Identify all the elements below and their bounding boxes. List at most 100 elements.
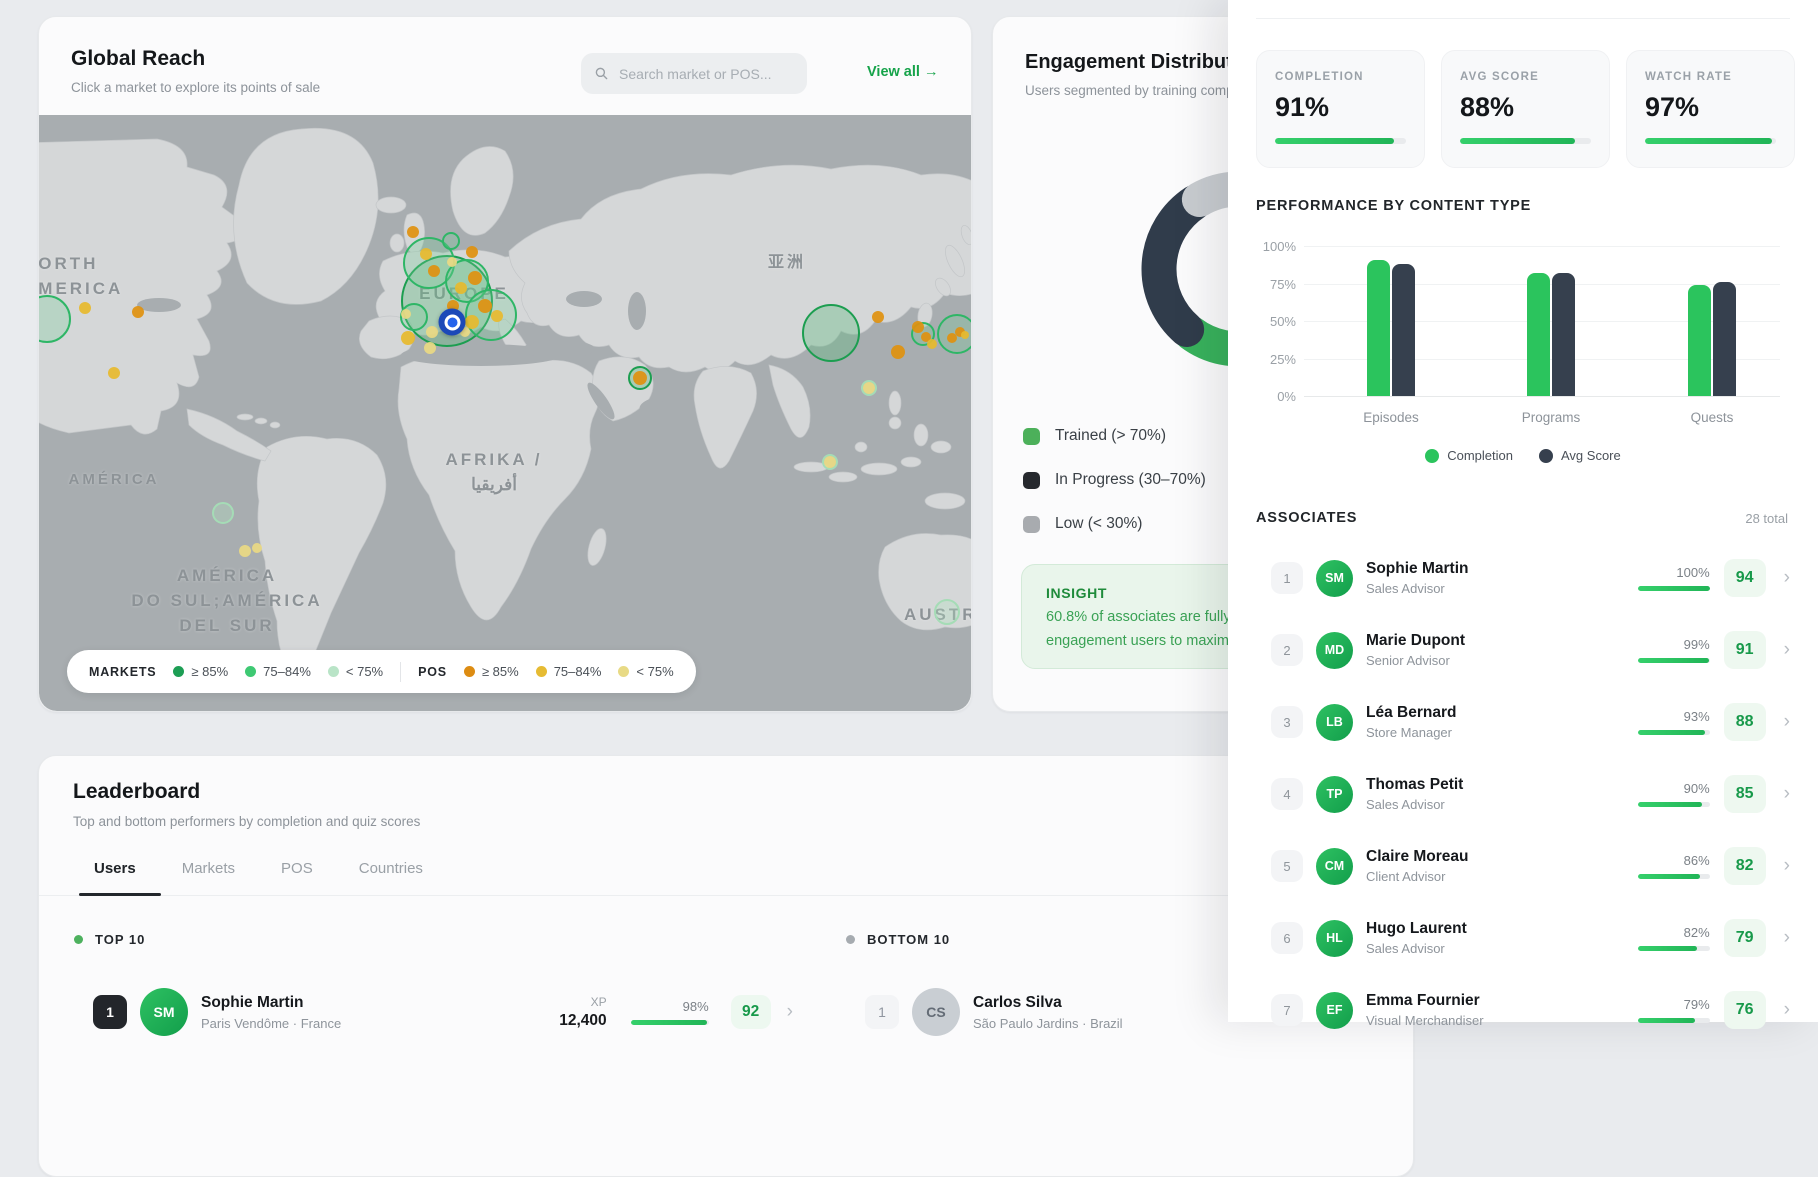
market-circle[interactable] <box>212 502 234 524</box>
chevron-right-icon[interactable]: › <box>787 1001 793 1023</box>
pos-dot[interactable] <box>407 226 419 238</box>
pos-dot[interactable] <box>478 299 492 313</box>
tab-users[interactable]: Users <box>94 860 136 877</box>
stat-label: COMPLETION <box>1275 71 1406 83</box>
pos-dot[interactable] <box>927 339 937 349</box>
market-search[interactable] <box>581 53 807 94</box>
progress-fill <box>1638 946 1697 951</box>
legend-item: < 75% <box>328 664 383 679</box>
pos-dot[interactable] <box>872 311 884 323</box>
rank-badge: 2 <box>1271 634 1303 666</box>
score-badge: 85 <box>1724 775 1766 813</box>
pos-dot[interactable] <box>455 282 467 294</box>
associate-name: Claire Moreau <box>1366 848 1469 866</box>
score-badge: 94 <box>1724 559 1766 597</box>
y-tick-label: 75% <box>1256 277 1296 292</box>
map-region-label: NORTH AMERICA <box>39 251 123 301</box>
associate-row[interactable]: 5 CM Claire Moreau Client Advisor 86% 82… <box>1256 830 1790 902</box>
score-badge: 82 <box>1724 847 1766 885</box>
chevron-right-icon[interactable]: › <box>1784 855 1790 877</box>
chevron-right-icon[interactable]: › <box>1784 999 1790 1021</box>
pos-dot[interactable] <box>961 331 969 339</box>
avatar: CS <box>912 988 960 1036</box>
associates-heading: ASSOCIATES <box>1256 510 1357 526</box>
legend-item: 75–84% <box>245 664 311 679</box>
user-name: Carlos Silva <box>973 994 1123 1012</box>
chevron-right-icon[interactable]: › <box>1784 927 1790 949</box>
leaderboard-card: Leaderboard Top and bottom performers by… <box>38 755 1414 1177</box>
top10-label: TOP 10 <box>95 932 145 947</box>
avg-score-legend-dot <box>1539 449 1553 463</box>
pos-dot[interactable] <box>824 456 836 468</box>
legend-group-label: MARKETS <box>89 665 156 679</box>
pos-dot[interactable] <box>79 302 91 314</box>
view-all-link[interactable]: View all → <box>867 64 938 80</box>
market-circle[interactable] <box>802 304 860 362</box>
performance-bar-chart: 100%75%50%25%0%EpisodesProgramsQuests <box>1256 232 1790 468</box>
pos-dot[interactable] <box>891 345 905 359</box>
detail-panel: COMPLETION 91% AVG SCORE 88% WATCH RATE … <box>1228 0 1818 1022</box>
pos-dot[interactable] <box>132 306 144 318</box>
pos-dot[interactable] <box>912 321 924 333</box>
legend-item: ≥ 85% <box>173 664 228 679</box>
associate-row[interactable]: 3 LB Léa Bernard Store Manager 93% 88 › <box>1256 686 1790 758</box>
associate-name: Hugo Laurent <box>1366 920 1467 938</box>
associate-role: Client Advisor <box>1366 869 1469 884</box>
tab-pos[interactable]: POS <box>281 860 313 877</box>
associate-row[interactable]: 2 MD Marie Dupont Senior Advisor 99% 91 … <box>1256 614 1790 686</box>
donut-segment <box>1159 202 1195 329</box>
chevron-right-icon[interactable]: › <box>1784 567 1790 589</box>
pos-dot[interactable] <box>401 309 411 319</box>
pos-dot[interactable] <box>401 331 415 345</box>
market-circle[interactable] <box>442 232 460 250</box>
tab-countries[interactable]: Countries <box>359 860 423 877</box>
selected-marker[interactable] <box>439 309 466 336</box>
associate-name: Sophie Martin <box>1366 560 1468 578</box>
associate-role: Senior Advisor <box>1366 653 1465 668</box>
world-map[interactable]: NORTH AMERICAEUROPE亚洲AFRIKA / أفريقياAMÉ… <box>39 115 971 711</box>
pos-dot[interactable] <box>491 310 503 322</box>
chevron-right-icon[interactable]: › <box>1784 639 1790 661</box>
y-tick-label: 25% <box>1256 352 1296 367</box>
leaderboard-title: Leaderboard <box>73 780 200 804</box>
top10-dot <box>74 935 83 944</box>
pos-dot[interactable] <box>420 248 432 260</box>
pos-dot[interactable] <box>424 342 436 354</box>
rank-badge: 7 <box>1271 994 1303 1026</box>
pos-dot[interactable] <box>468 271 482 285</box>
associate-row[interactable]: 1 SM Sophie Martin Sales Advisor 100% 94… <box>1256 542 1790 614</box>
pos-dot[interactable] <box>447 257 457 267</box>
top10-header: TOP 10 <box>74 932 145 947</box>
pos-dot[interactable] <box>426 326 438 338</box>
engagement-legend-item: In Progress (30–70%) <box>1023 471 1206 489</box>
associate-row[interactable]: 6 HL Hugo Laurent Sales Advisor 82% 79 › <box>1256 902 1790 974</box>
pos-dot[interactable] <box>252 543 262 553</box>
pos-dot[interactable] <box>466 246 478 258</box>
progress-track <box>1638 730 1710 735</box>
pos-dot[interactable] <box>863 382 875 394</box>
legend-group-label: POS <box>418 665 447 679</box>
progress-fill <box>1638 730 1705 735</box>
chevron-right-icon[interactable]: › <box>1784 711 1790 733</box>
stat-fill <box>1460 138 1575 144</box>
map-region-label: AMÉRICA DO SUL;AMÉRICA DEL SUR <box>131 563 322 638</box>
avatar: LB <box>1316 704 1353 741</box>
chevron-right-icon[interactable]: › <box>1784 783 1790 805</box>
search-icon <box>595 66 608 81</box>
associate-row[interactable]: 7 EF Emma Fournier Visual Merchandiser 7… <box>1256 974 1790 1046</box>
pos-dot[interactable] <box>239 545 251 557</box>
global-reach-subtitle: Click a market to explore its points of … <box>71 80 320 95</box>
performance-heading: PERFORMANCE BY CONTENT TYPE <box>1256 198 1531 214</box>
score-badge: 79 <box>1724 919 1766 957</box>
xp-value: 12,400 <box>517 1012 607 1030</box>
rank-badge: 1 <box>1271 562 1303 594</box>
tab-markets[interactable]: Markets <box>182 860 235 877</box>
top10-row[interactable]: 1 SM Sophie Martin Paris Vendôme · Franc… <box>73 976 793 1048</box>
pos-dot[interactable] <box>108 367 120 379</box>
associate-row[interactable]: 4 TP Thomas Petit Sales Advisor 90% 85 › <box>1256 758 1790 830</box>
search-input[interactable] <box>617 65 793 83</box>
pos-dot[interactable] <box>633 371 647 385</box>
pos-dot[interactable] <box>428 265 440 277</box>
market-circle[interactable] <box>934 599 960 625</box>
score-badge: 91 <box>1724 631 1766 669</box>
